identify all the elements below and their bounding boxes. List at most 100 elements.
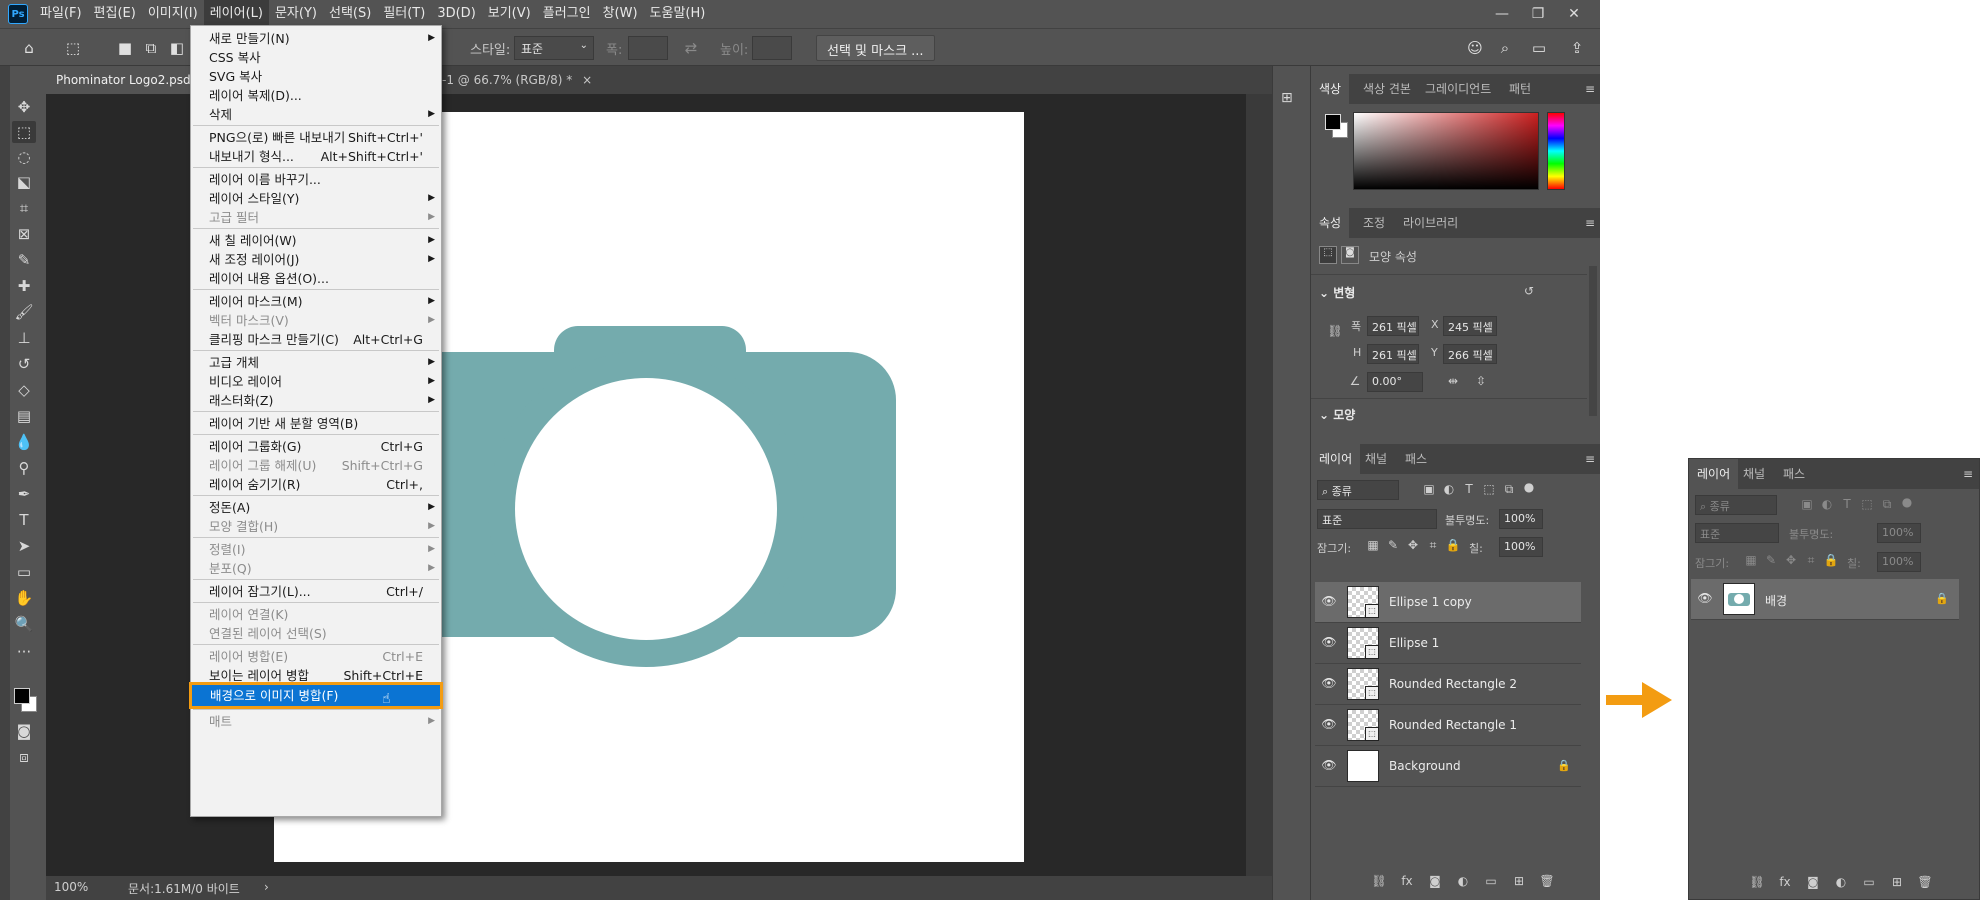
tab-gradients[interactable]: 그레이디언트 bbox=[1417, 74, 1499, 104]
tab-properties[interactable]: 속성 bbox=[1311, 208, 1350, 238]
menu-7[interactable]: 필터(T) bbox=[377, 0, 431, 28]
fx-icon[interactable]: fx bbox=[1399, 874, 1415, 888]
menu-item[interactable]: 정돈(A) ▶ bbox=[191, 498, 441, 517]
workspace-icon[interactable]: ▭ bbox=[1528, 37, 1550, 59]
menu-10[interactable]: 플러그인 bbox=[537, 0, 597, 28]
menu-9[interactable]: 보기(V) bbox=[482, 0, 537, 28]
width-input[interactable] bbox=[628, 36, 668, 60]
home-icon[interactable]: ⌂ bbox=[18, 37, 40, 59]
menu-12[interactable]: 도움말(H) bbox=[644, 0, 712, 28]
screen-mode-icon[interactable]: ⧈ bbox=[12, 746, 36, 768]
filter-toggle-icon[interactable]: ● bbox=[1521, 480, 1537, 494]
link-dimensions-icon[interactable]: ⛓ bbox=[1327, 324, 1343, 338]
type-tool-icon[interactable]: T bbox=[12, 509, 36, 531]
filter-type-icon[interactable]: T bbox=[1461, 482, 1477, 496]
menu-item[interactable]: 레이어 마스크(M) ▶ bbox=[191, 292, 441, 311]
menu-item[interactable]: SVG 복사 bbox=[191, 67, 441, 86]
layer-row[interactable]: 👁 ⬚ Ellipse 1 copy bbox=[1315, 582, 1581, 623]
menu-8[interactable]: 3D(D) bbox=[431, 0, 481, 28]
color-foreground-swatch[interactable] bbox=[1325, 114, 1341, 130]
new-layer-icon[interactable]: ⊞ bbox=[1511, 874, 1527, 888]
filter-pixel-icon[interactable]: ▣ bbox=[1421, 482, 1437, 496]
filter-pixel-icon[interactable]: ▣ bbox=[1799, 497, 1815, 511]
menu-item[interactable]: 비디오 레이어 ▶ bbox=[191, 372, 441, 391]
tab-libraries[interactable]: 라이브러리 bbox=[1395, 208, 1466, 238]
lock-pixels-icon[interactable]: ✎ bbox=[1763, 553, 1779, 567]
opacity-field[interactable]: 100% bbox=[1877, 523, 1921, 543]
mask-icon[interactable]: ◙ bbox=[1427, 874, 1443, 888]
lock-transparent-icon[interactable]: ▦ bbox=[1743, 553, 1759, 567]
menu-item[interactable]: 레이어 복제(D)... bbox=[191, 86, 441, 105]
panel-menu-icon[interactable]: ≡ bbox=[1585, 82, 1595, 96]
restore-button[interactable]: ❐ bbox=[1520, 0, 1556, 28]
lasso-tool-icon[interactable]: ◌ bbox=[12, 146, 36, 168]
menu-item[interactable]: 삭제 ▶ bbox=[191, 105, 441, 124]
menu-item[interactable]: 고급 개체 ▶ bbox=[191, 353, 441, 372]
flip-vertical-icon[interactable]: ⇳ bbox=[1473, 374, 1489, 388]
menu-6[interactable]: 선택(S) bbox=[323, 0, 377, 28]
fill-field[interactable]: 100% bbox=[1499, 537, 1543, 557]
flip-horizontal-icon[interactable]: ⇹ bbox=[1445, 374, 1461, 388]
pen-tool-icon[interactable]: ✒ bbox=[12, 483, 36, 505]
add-selection-icon[interactable]: ⧉ bbox=[140, 37, 162, 59]
menu-item[interactable]: 새 조정 레이어(J) ▶ bbox=[191, 250, 441, 269]
eye-icon[interactable]: 👁 bbox=[1321, 635, 1337, 651]
menu-3[interactable]: 이미지(I) bbox=[142, 0, 204, 28]
layer-row-background[interactable]: 👁 배경 🔒 bbox=[1691, 579, 1959, 620]
frame-tool-icon[interactable]: ⊠ bbox=[12, 223, 36, 245]
lock-position-icon[interactable]: ✥ bbox=[1783, 553, 1799, 567]
path-select-tool-icon[interactable]: ➤ bbox=[12, 535, 36, 557]
hand-tool-icon[interactable]: ✋ bbox=[12, 587, 36, 609]
menu-item[interactable]: 새로 만들기(N) ▶ bbox=[191, 29, 441, 48]
y-field[interactable]: 266 픽셀 bbox=[1443, 344, 1497, 364]
filter-shape-icon[interactable]: ⬚ bbox=[1481, 482, 1497, 496]
eye-icon[interactable]: 👁 bbox=[1321, 594, 1337, 610]
eye-icon[interactable]: 👁 bbox=[1697, 591, 1713, 607]
trash-icon[interactable]: 🗑 bbox=[1539, 874, 1555, 888]
brush-tool-icon[interactable]: 🖌 bbox=[12, 301, 36, 323]
flatten-image-menu-item[interactable]: 배경으로 이미지 병합(F) ☝ bbox=[189, 682, 443, 709]
history-brush-tool-icon[interactable]: ↺ bbox=[12, 353, 36, 375]
layer-row[interactable]: 👁 ⬚ Rounded Rectangle 2 bbox=[1315, 664, 1581, 705]
share-user-icon[interactable]: ☺ bbox=[1464, 37, 1486, 59]
tab-channels[interactable]: 채널 bbox=[1357, 444, 1395, 474]
menu-item[interactable]: 클리핑 마스크 만들기(C) Alt+Ctrl+G bbox=[191, 330, 441, 349]
filter-smart-object-icon[interactable]: ⧉ bbox=[1501, 482, 1517, 497]
filter-adjustment-icon[interactable]: ◐ bbox=[1441, 482, 1457, 496]
blur-tool-icon[interactable]: 💧 bbox=[12, 431, 36, 453]
close-tab-icon[interactable]: × bbox=[582, 73, 592, 87]
tab-layers[interactable]: 레이어 bbox=[1689, 459, 1739, 489]
menu-item[interactable]: 레이어 그룹화(G) Ctrl+G bbox=[191, 437, 441, 456]
panel-menu-icon[interactable]: ≡ bbox=[1585, 216, 1595, 230]
healing-brush-tool-icon[interactable]: ✚ bbox=[12, 275, 36, 297]
tab-patterns[interactable]: 패턴 bbox=[1501, 74, 1539, 104]
eye-icon[interactable]: 👁 bbox=[1321, 676, 1337, 692]
menu-item[interactable]: 새 칠 레이어(W) ▶ bbox=[191, 231, 441, 250]
swap-icon[interactable]: ⇄ bbox=[680, 37, 702, 59]
menu-item[interactable]: PNG으(로) 빠른 내보내기 Shift+Ctrl+' bbox=[191, 128, 441, 147]
menu-item[interactable]: CSS 복사 bbox=[191, 48, 441, 67]
object-select-tool-icon[interactable]: ⬕ bbox=[12, 171, 36, 193]
menu-item[interactable]: 레이어 스타일(Y) ▶ bbox=[191, 189, 441, 208]
menu-item[interactable]: 래스터화(Z) ▶ bbox=[191, 391, 441, 410]
crop-tool-icon[interactable]: ⌗ bbox=[12, 197, 36, 219]
new-selection-icon[interactable]: ■ bbox=[114, 37, 136, 59]
mask-icon[interactable]: ◙ bbox=[1805, 875, 1821, 889]
layer-filter-select[interactable]: ⌕ 종류 bbox=[1695, 495, 1777, 515]
quick-mask-icon[interactable]: ◙ bbox=[12, 720, 36, 742]
eraser-tool-icon[interactable]: ◇ bbox=[12, 379, 36, 401]
lock-artboard-icon[interactable]: ⌗ bbox=[1803, 553, 1819, 568]
filter-shape-icon[interactable]: ⬚ bbox=[1859, 497, 1875, 511]
transform-section[interactable]: ⌄ 변형 bbox=[1319, 284, 1355, 301]
search-icon[interactable]: ⌕ bbox=[1494, 37, 1516, 59]
tab-paths[interactable]: 패스 bbox=[1775, 459, 1813, 489]
lock-all-icon[interactable]: 🔒 bbox=[1823, 553, 1839, 567]
menu-5[interactable]: 문자(Y) bbox=[269, 0, 323, 28]
minimize-button[interactable]: — bbox=[1484, 0, 1520, 28]
link-icon[interactable]: ⛓ bbox=[1371, 874, 1387, 888]
tab-channels[interactable]: 채널 bbox=[1735, 459, 1773, 489]
subtract-selection-icon[interactable]: ◧ bbox=[166, 37, 188, 59]
blend-mode-select[interactable]: 표준 bbox=[1317, 509, 1437, 529]
folder-icon[interactable]: ▭ bbox=[1483, 874, 1499, 888]
lock-pixels-icon[interactable]: ✎ bbox=[1385, 538, 1401, 552]
